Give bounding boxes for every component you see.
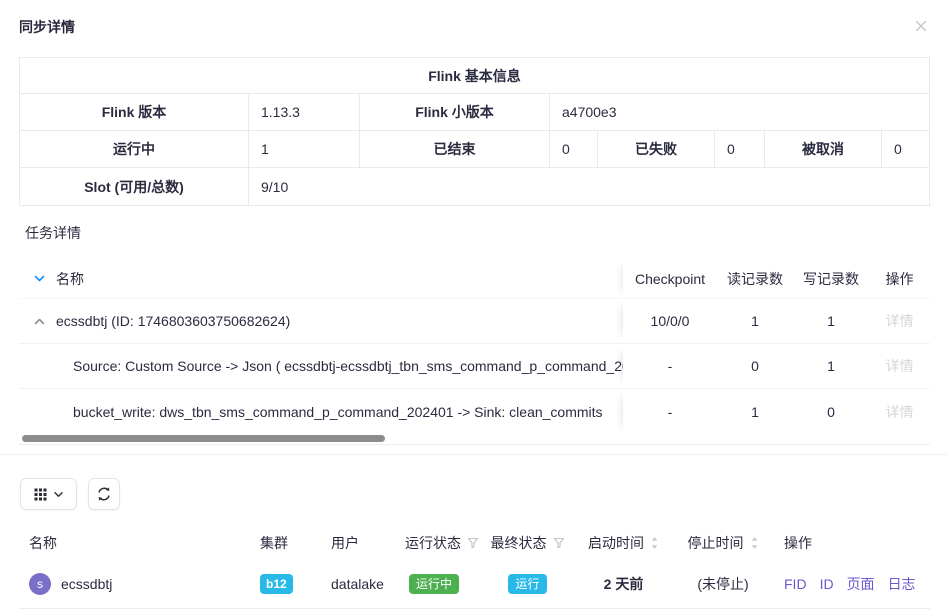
- task-write-count: 1: [793, 358, 869, 374]
- col-header-read: 读记录数: [717, 269, 793, 289]
- horizontal-scrollbar[interactable]: [19, 434, 930, 444]
- col-header-action: 操作: [869, 269, 930, 289]
- run-status-badge: 运行中: [409, 574, 459, 594]
- col-header-write: 写记录数: [793, 269, 869, 289]
- refresh-button[interactable]: [88, 478, 120, 510]
- page-link[interactable]: 页面: [847, 574, 875, 594]
- flink-info-table: Flink 基本信息 Flink 版本 1.13.3 Flink 小版本 a47…: [19, 57, 930, 206]
- col-header-cluster: 集群: [252, 533, 323, 553]
- col-header-checkpoint: Checkpoint: [623, 271, 717, 287]
- id-link[interactable]: ID: [820, 576, 834, 592]
- task-name: bucket_write: dws_tbn_sms_command_p_comm…: [73, 404, 603, 420]
- task-read-count: 0: [717, 358, 793, 374]
- running-label: 运行中: [20, 131, 249, 168]
- task-detail-link[interactable]: 详情: [886, 313, 914, 329]
- filter-icon[interactable]: [467, 537, 479, 549]
- chevron-up-icon[interactable]: [33, 315, 46, 328]
- job-user: datalake: [323, 576, 395, 592]
- column-settings-button[interactable]: [20, 478, 77, 510]
- task-write-count: 1: [793, 313, 869, 329]
- grid-icon: [34, 488, 47, 501]
- task-detail-section-title: 任务详情: [25, 223, 948, 243]
- running-value: 1: [249, 131, 360, 168]
- task-checkpoint: -: [623, 358, 717, 374]
- col-header-stop-time: 停止时间: [672, 533, 774, 553]
- chevron-down-icon[interactable]: [33, 272, 46, 285]
- flink-minor-value: a4700e3: [550, 94, 929, 131]
- task-detail-link[interactable]: 详情: [886, 404, 914, 420]
- modal-header: 同步详情: [0, 0, 948, 37]
- table-row: Source: Custom Source -> Json ( ecssdbtj…: [19, 344, 930, 389]
- cluster-badge: b12: [260, 574, 293, 594]
- scrollbar-thumb[interactable]: [22, 435, 385, 442]
- close-icon[interactable]: [912, 17, 930, 35]
- task-name: ecssdbtj (ID: 1746803603750682624): [56, 313, 290, 329]
- start-time: 2 天前: [575, 574, 672, 594]
- refresh-icon: [96, 486, 112, 502]
- col-header-start-time: 启动时间: [575, 533, 672, 553]
- job-name: ecssdbtj: [61, 576, 112, 592]
- toolbar: [20, 478, 948, 510]
- final-status-badge: 运行: [508, 574, 546, 594]
- flink-version-value: 1.13.3: [249, 94, 360, 131]
- task-read-count: 1: [717, 404, 793, 420]
- sorter-icon[interactable]: [750, 536, 759, 550]
- finished-value: 0: [550, 131, 598, 168]
- col-header-final-status: 最终状态: [480, 533, 575, 553]
- task-read-count: 1: [717, 313, 793, 329]
- stop-time: (未停止): [672, 574, 774, 594]
- col-header-name: 名称: [19, 533, 252, 553]
- slot-label: Slot (可用/总数): [20, 168, 249, 205]
- col-header-user: 用户: [323, 533, 395, 553]
- finished-label: 已结束: [360, 131, 550, 168]
- cancelled-value: 0: [882, 131, 929, 168]
- task-detail-link[interactable]: 详情: [886, 358, 914, 374]
- sorter-icon[interactable]: [650, 536, 659, 550]
- table-row: s ecssdbtj b12 datalake 运行中 运行 2 天前 (未停止…: [19, 559, 930, 609]
- flink-version-label: Flink 版本: [20, 94, 249, 131]
- flink-minor-label: Flink 小版本: [360, 94, 550, 131]
- flink-info-title: Flink 基本信息: [20, 58, 929, 94]
- section-divider: [0, 454, 948, 455]
- table-row: ecssdbtj (ID: 1746803603750682624) 10/0/…: [19, 299, 930, 344]
- task-write-count: 0: [793, 404, 869, 420]
- cancelled-label: 被取消: [765, 131, 882, 168]
- task-name: Source: Custom Source -> Json ( ecssdbtj…: [73, 358, 623, 374]
- fid-link[interactable]: FID: [784, 576, 807, 592]
- avatar: s: [29, 573, 51, 595]
- slot-value: 9/10: [249, 168, 929, 205]
- col-header-run-status: 运行状态: [395, 533, 480, 553]
- task-checkpoint: 10/0/0: [623, 313, 717, 329]
- job-table-header: 名称 集群 用户 运行状态 最终状态 启动时间 停止时间 操作: [19, 526, 930, 559]
- col-header-name: 名称: [56, 269, 84, 289]
- table-row: bucket_write: dws_tbn_sms_command_p_comm…: [19, 389, 930, 434]
- log-link[interactable]: 日志: [888, 574, 916, 594]
- modal-title: 同步详情: [19, 17, 75, 37]
- col-header-action: 操作: [774, 533, 930, 553]
- failed-label: 已失败: [598, 131, 715, 168]
- task-checkpoint: -: [623, 404, 717, 420]
- task-table-header: 名称 Checkpoint 读记录数 写记录数 操作: [19, 259, 930, 299]
- filter-icon[interactable]: [553, 537, 565, 549]
- failed-value: 0: [715, 131, 765, 168]
- task-detail-table: 名称 Checkpoint 读记录数 写记录数 操作 ecssdbtj (ID:…: [19, 259, 930, 445]
- chevron-down-icon: [53, 489, 64, 500]
